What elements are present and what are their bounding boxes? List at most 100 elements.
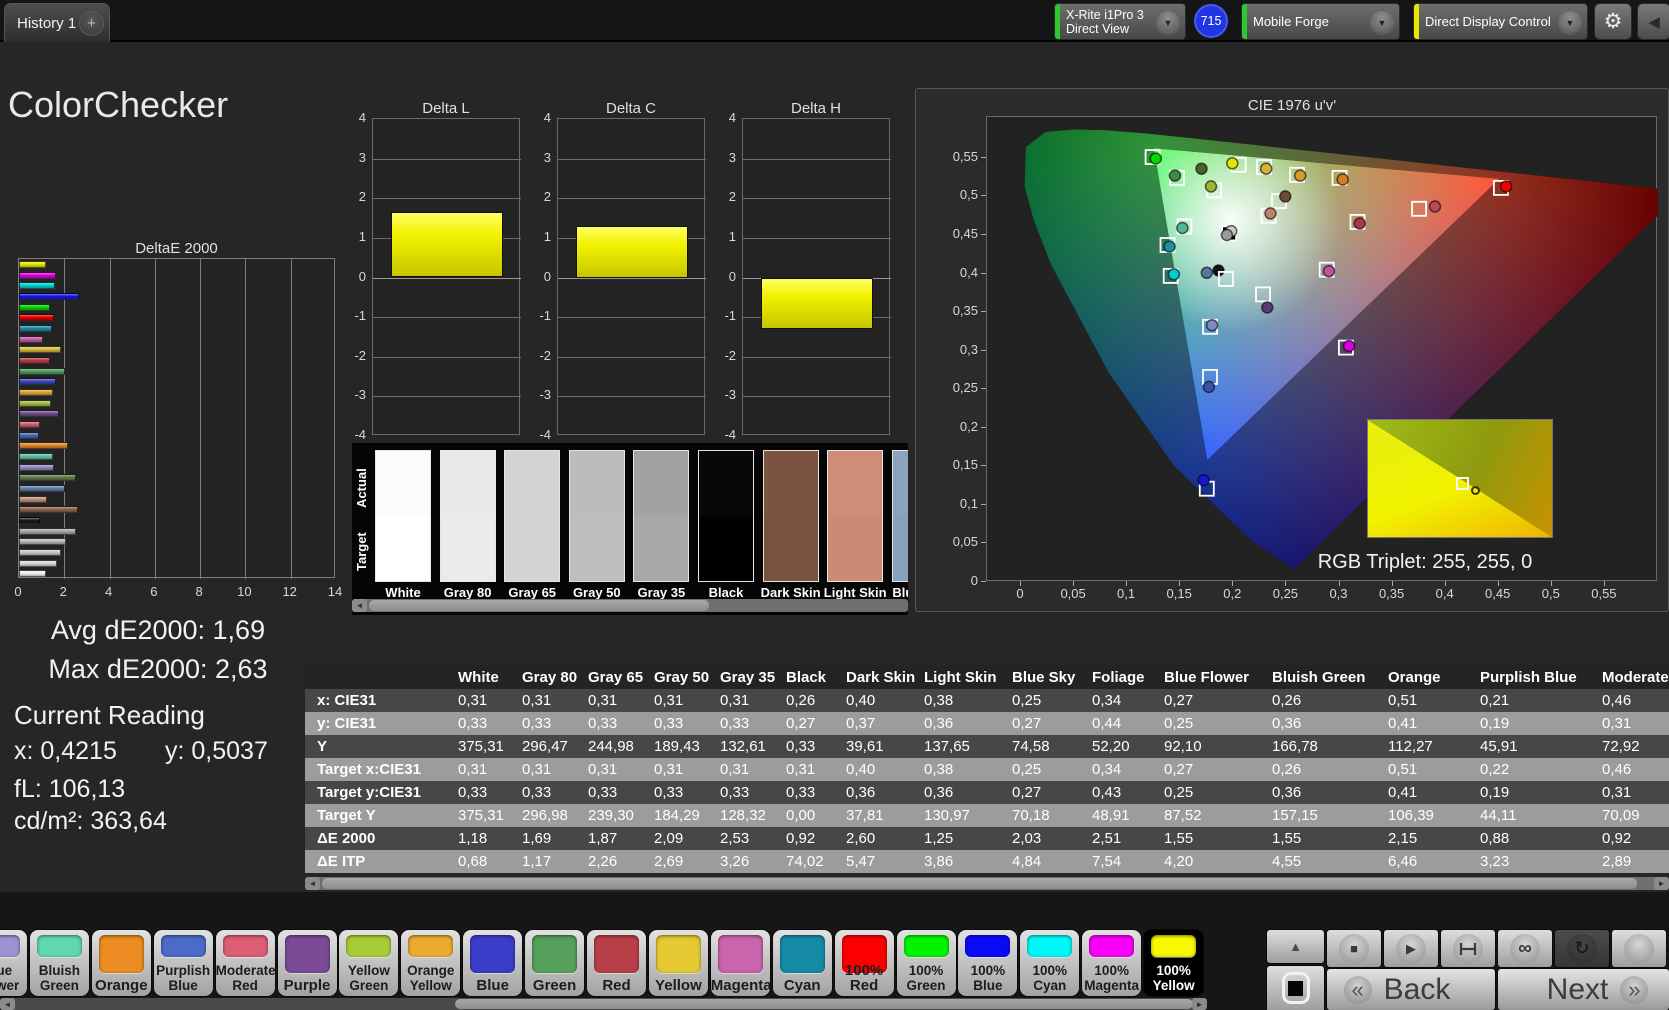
scroll-left-icon[interactable]: ◄ (0, 998, 15, 1010)
scroll-right-icon[interactable]: ► (1192, 998, 1207, 1010)
swatch-target-half (440, 516, 495, 581)
deltae-bar (19, 463, 54, 471)
deltae-bar (19, 260, 47, 268)
actual-target-swatch-strip: Actual Target White Gray 80 Gray 65 Gray 50… (352, 443, 908, 615)
patch-label: Bluish Green (38, 963, 81, 993)
settings-button[interactable]: ⚙ (1594, 3, 1632, 40)
table-cell: Gray 65 (588, 668, 644, 686)
loop-button-active[interactable]: ↻ (1555, 930, 1609, 967)
meter-dropdown[interactable]: X-Rite i1Pro 3 Direct View ▼ (1054, 3, 1186, 40)
cie-y-tick-label: 0,25 (952, 380, 978, 396)
swatch-actual-half (892, 451, 908, 516)
chevron-down-icon[interactable]: ▼ (1558, 11, 1582, 35)
scroll-right-icon[interactable]: ► (1654, 877, 1669, 890)
cie-y-tick-label: 0,45 (952, 226, 978, 241)
patch-item[interactable]: 100% Green (896, 930, 956, 996)
table-cell: 0,27 (1012, 715, 1042, 732)
patch-item[interactable]: Bluish Green (29, 930, 89, 996)
chevron-down-icon[interactable]: ▼ (1156, 11, 1180, 35)
delta-bar (761, 277, 873, 329)
back-button[interactable]: « Back (1327, 969, 1495, 1010)
gridline (558, 356, 706, 358)
reading-fl: fL: 106,13 (14, 775, 126, 803)
table-cell: Gray 50 (654, 668, 710, 686)
gridline (743, 237, 891, 239)
scroll-left-icon[interactable]: ◄ (352, 599, 367, 612)
history-tab[interactable]: History 1 + (4, 3, 110, 42)
table-cell: 1,69 (522, 830, 552, 847)
table-cell: 4,55 (1272, 853, 1302, 870)
table-cell: 0,34 (1092, 692, 1122, 709)
stop-button[interactable]: ■ (1327, 930, 1381, 967)
patch-item[interactable]: Orange (91, 930, 151, 996)
source-dropdown[interactable]: Mobile Forge ▼ (1241, 3, 1400, 40)
add-tab-button[interactable]: + (79, 11, 104, 36)
gear-icon: ⚙ (1603, 10, 1623, 33)
pattern-icon (1459, 942, 1477, 955)
play-button[interactable]: ▶ (1384, 930, 1438, 967)
next-button[interactable]: Next » (1498, 969, 1669, 1010)
chevron-down-icon[interactable]: ▼ (1370, 11, 1394, 35)
y-axis-tick-label: -3 (724, 387, 736, 403)
swatch-label: Light Skin (823, 585, 887, 600)
pattern-up-button[interactable]: ▲ (1267, 930, 1324, 963)
patch-item[interactable]: Yellow (648, 930, 708, 996)
next-chevrons-icon: » (1620, 975, 1649, 1004)
cie-y-tick-label: 0,35 (952, 303, 978, 319)
measured-marker (1149, 152, 1163, 165)
patch-item[interactable]: Magenta (710, 930, 770, 996)
cie-x-tick (1126, 581, 1128, 586)
pattern-window-button[interactable] (1267, 966, 1324, 1010)
continuous-read-button[interactable]: ∞ (1498, 930, 1552, 967)
cie-y-tick (981, 426, 986, 428)
table-scrollbar[interactable]: ◄ ► (305, 877, 1669, 890)
swatch-scrollbar[interactable]: ◄ (352, 599, 908, 612)
measured-marker (1200, 266, 1214, 280)
table-scrollbar-thumb[interactable] (322, 878, 1637, 889)
patch-item[interactable]: Purple (277, 930, 337, 996)
patch-item[interactable]: 100% Red (834, 930, 894, 996)
display-control-dropdown[interactable]: Direct Display Control ▼ (1413, 3, 1588, 40)
table-cell: 3,26 (720, 853, 750, 870)
patch-item[interactable]: Purplish Blue (153, 930, 213, 996)
patch-scrollbar-thumb[interactable] (455, 999, 1193, 1009)
table-cell: Bluish Green (1272, 668, 1366, 686)
patch-item[interactable]: Blue (463, 930, 523, 996)
patch-item[interactable]: 100% Yellow (1144, 930, 1204, 996)
patch-label: Purplish Blue (156, 963, 211, 993)
patch-item[interactable]: Cyan (772, 930, 832, 996)
table-cell: 0,19 (1480, 715, 1510, 732)
patch-item[interactable]: Orange Yellow (401, 930, 461, 996)
patch-item[interactable]: 100% Cyan (1020, 930, 1080, 996)
patch-scrollbar[interactable]: ◄ ► (0, 998, 1207, 1010)
meter-count-badge[interactable]: 715 (1194, 4, 1228, 38)
deltae-bar (19, 314, 55, 322)
patch-item[interactable]: Red (587, 930, 646, 996)
table-cell: 0,43 (1092, 784, 1122, 801)
table-cell: 0,51 (1388, 692, 1418, 709)
deltae-bar (19, 292, 79, 300)
patch-item[interactable]: BlueFlower (0, 930, 27, 996)
patch-item[interactable]: Yellow Green (339, 930, 399, 996)
patch-label: Purple (283, 977, 331, 994)
reading-y: y: 0,5037 (165, 737, 268, 765)
display-control-status-stripe (1414, 4, 1419, 39)
patch-item[interactable]: 100% Magenta (1082, 930, 1142, 996)
collapse-panel-button[interactable]: ◀ (1637, 3, 1669, 40)
table-cell: Dark Skin (846, 668, 916, 686)
scroll-left-icon[interactable]: ◄ (305, 877, 320, 890)
pattern-size-button[interactable] (1441, 930, 1495, 967)
table-cell: 0,31 (654, 761, 684, 778)
measured-marker (1220, 228, 1234, 242)
record-button[interactable] (1612, 930, 1666, 967)
table-cell: 87,52 (1164, 807, 1202, 824)
y-axis-tick-label: -4 (724, 427, 736, 442)
patch-item[interactable]: Green (525, 930, 585, 996)
top-bar: History 1 + X-Rite i1Pro 3 Direct View ▼… (0, 0, 1669, 42)
patch-item[interactable]: Moderate Red (215, 930, 275, 996)
table-cell: 0,31 (720, 761, 750, 778)
swatch-scrollbar-thumb[interactable] (369, 600, 709, 611)
table-cell: 296,47 (522, 738, 568, 755)
display-control-name: Direct Display Control (1425, 13, 1551, 29)
patch-item[interactable]: 100% Blue (958, 930, 1018, 996)
